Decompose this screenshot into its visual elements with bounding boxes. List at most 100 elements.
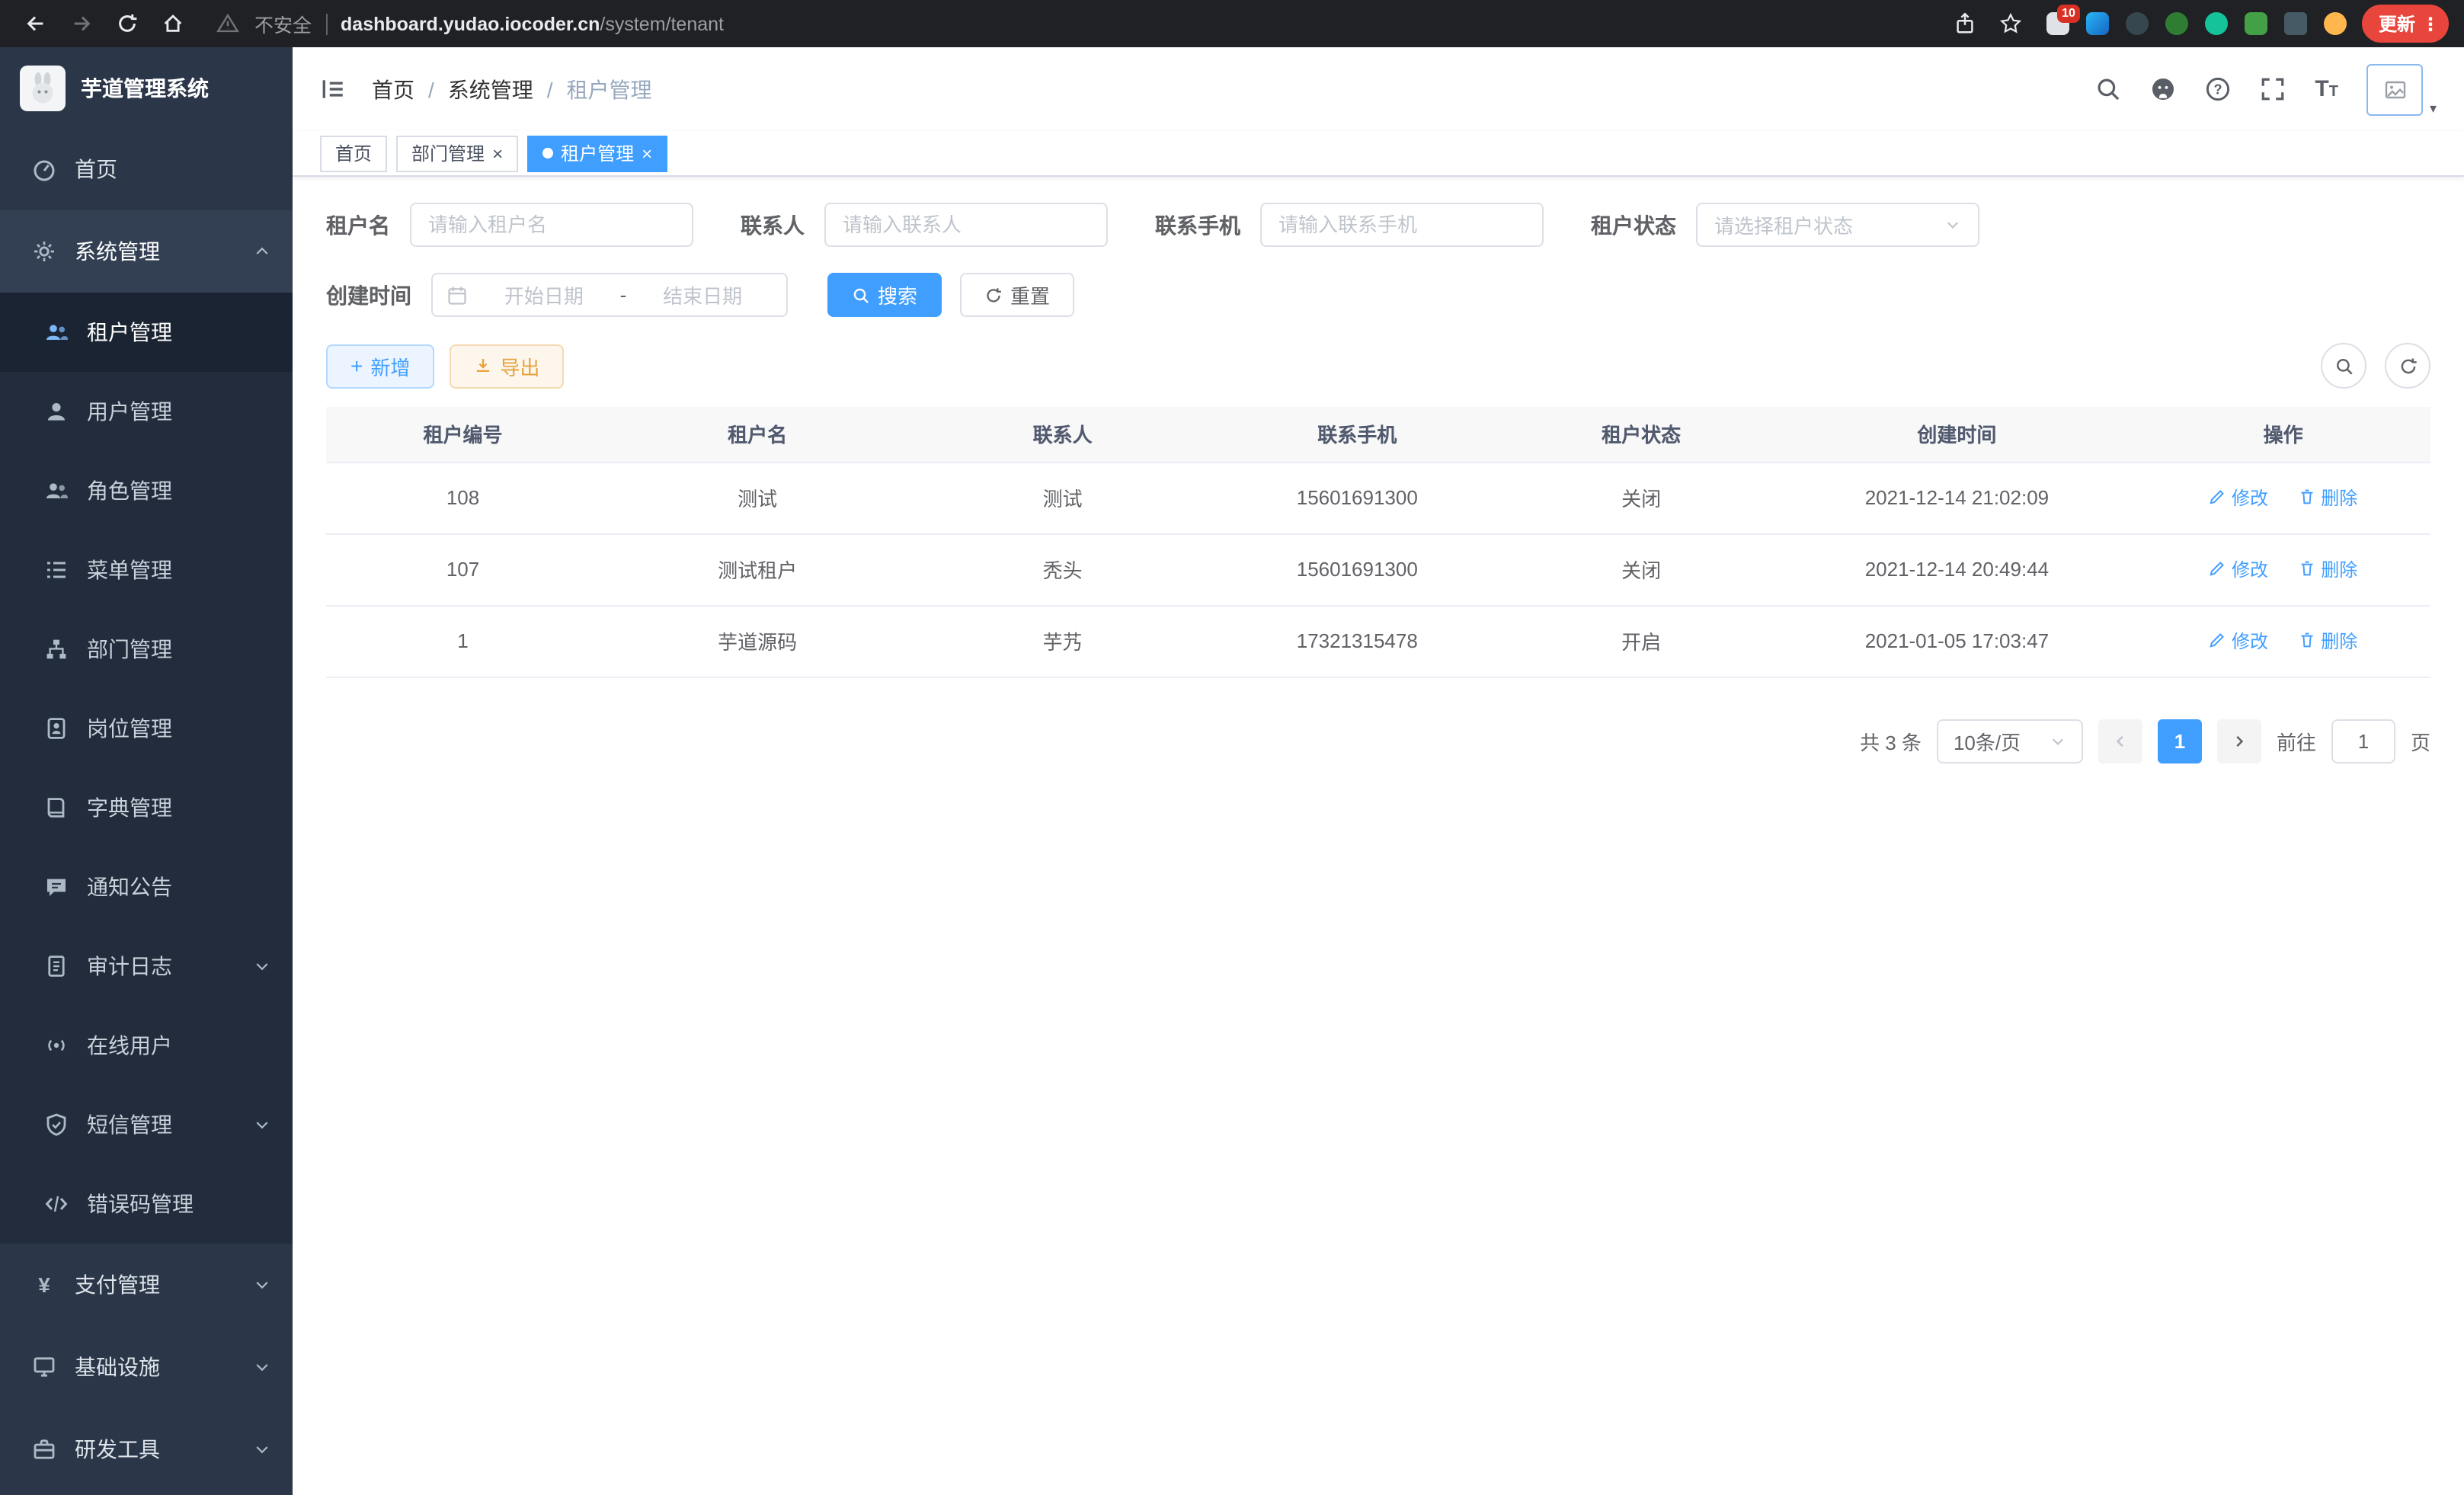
share-icon[interactable] bbox=[1946, 5, 1986, 42]
tenant-name-input[interactable] bbox=[410, 203, 693, 247]
goto-label: 前往 bbox=[2277, 726, 2316, 755]
forward-icon[interactable] bbox=[61, 5, 101, 42]
system-submenu: 租户管理 用户管理 角色管理 菜单管理 bbox=[0, 293, 293, 1244]
url-path: /system/tenant bbox=[600, 13, 724, 34]
dashboard-icon bbox=[30, 155, 58, 183]
goto-page-input[interactable] bbox=[2331, 719, 2395, 763]
cell-phone: 17321315478 bbox=[1210, 605, 1505, 677]
monitor-icon bbox=[30, 1353, 58, 1381]
page-size-select[interactable]: 10条/页 bbox=[1937, 719, 2083, 763]
font-size-icon[interactable]: TT bbox=[2315, 76, 2338, 102]
delete-link[interactable]: 删除 bbox=[2298, 556, 2357, 582]
table-row: 108 测试 测试 15601691300 关闭 2021-12-14 21:0… bbox=[326, 462, 2430, 533]
sidebar-item-online-users[interactable]: 在线用户 bbox=[0, 1006, 293, 1085]
sidebar-item-notice[interactable]: 通知公告 bbox=[0, 847, 293, 927]
fullscreen-icon[interactable] bbox=[2260, 76, 2286, 102]
extension-icon-6[interactable] bbox=[2245, 12, 2267, 35]
refresh-icon[interactable] bbox=[2385, 343, 2430, 389]
tab-dept[interactable]: 部门管理 × bbox=[396, 135, 518, 171]
sidebar-item-menu[interactable]: 菜单管理 bbox=[0, 530, 293, 610]
chevron-down-icon bbox=[253, 957, 271, 975]
reload-icon[interactable] bbox=[107, 5, 146, 42]
toggle-search-icon[interactable] bbox=[2321, 343, 2366, 389]
close-icon[interactable]: × bbox=[642, 144, 652, 162]
filter-label: 租户名 bbox=[326, 210, 390, 240]
back-icon[interactable] bbox=[15, 5, 55, 42]
extension-icon-1[interactable]: 10 bbox=[2046, 12, 2069, 35]
github-icon[interactable] bbox=[2150, 76, 2176, 102]
contact-input[interactable] bbox=[824, 203, 1108, 247]
edit-link[interactable]: 修改 bbox=[2209, 556, 2268, 582]
sidebar-item-label: 研发工具 bbox=[75, 1434, 160, 1465]
sidebar-item-infra[interactable]: 基础设施 bbox=[0, 1326, 293, 1408]
column-header: 操作 bbox=[2136, 407, 2430, 462]
sidebar-item-tenant[interactable]: 租户管理 bbox=[0, 293, 293, 372]
sidebar-item-sms[interactable]: 短信管理 bbox=[0, 1085, 293, 1164]
search-button[interactable]: 搜索 bbox=[827, 273, 942, 317]
extension-puzzle-icon[interactable] bbox=[2284, 12, 2307, 35]
help-icon[interactable]: ? bbox=[2205, 76, 2231, 102]
sidebar-item-label: 首页 bbox=[75, 154, 117, 184]
breadcrumb-home[interactable]: 首页 bbox=[372, 74, 414, 104]
delete-label: 删除 bbox=[2321, 485, 2357, 511]
export-button-label: 导出 bbox=[500, 351, 539, 380]
sidebar-item-label: 系统管理 bbox=[75, 236, 160, 267]
browser-update-button[interactable]: 更新 ⋮ bbox=[2362, 5, 2449, 43]
breadcrumb-section[interactable]: 系统管理 bbox=[448, 74, 533, 104]
next-page-button[interactable] bbox=[2217, 719, 2261, 763]
cell-id: 107 bbox=[326, 533, 600, 605]
cell-create-time: 2021-01-05 17:03:47 bbox=[1778, 605, 2136, 677]
sidebar-item-payment[interactable]: ¥ 支付管理 bbox=[0, 1244, 293, 1326]
bookmark-star-icon[interactable] bbox=[1992, 5, 2031, 42]
edit-link[interactable]: 修改 bbox=[2209, 628, 2268, 654]
search-icon[interactable] bbox=[2095, 76, 2121, 102]
reset-button[interactable]: 重置 bbox=[960, 273, 1074, 317]
export-button[interactable]: 导出 bbox=[450, 344, 564, 388]
sidebar-item-error-code[interactable]: 错误码管理 bbox=[0, 1164, 293, 1244]
table-toolbar: + 新增 导出 bbox=[326, 343, 2430, 389]
menu-fold-icon[interactable] bbox=[320, 76, 346, 102]
phone-input[interactable] bbox=[1260, 203, 1544, 247]
user-menu[interactable]: ▾ bbox=[2367, 63, 2437, 115]
home-icon[interactable] bbox=[152, 5, 192, 42]
sidebar-item-system[interactable]: 系统管理 bbox=[0, 210, 293, 293]
sidebar-item-role[interactable]: 角色管理 bbox=[0, 451, 293, 530]
insecure-label: 不安全 bbox=[254, 9, 312, 38]
add-button[interactable]: + 新增 bbox=[326, 344, 434, 388]
delete-link[interactable]: 删除 bbox=[2298, 628, 2357, 654]
sidebar-item-post[interactable]: 岗位管理 bbox=[0, 689, 293, 768]
sidebar-item-user[interactable]: 用户管理 bbox=[0, 372, 293, 451]
sidebar-item-dict[interactable]: 字典管理 bbox=[0, 768, 293, 847]
extension-icon-5[interactable] bbox=[2205, 12, 2228, 35]
edit-link[interactable]: 修改 bbox=[2209, 485, 2268, 511]
sidebar-item-dept[interactable]: 部门管理 bbox=[0, 610, 293, 689]
date-range-picker[interactable]: 开始日期 - 结束日期 bbox=[431, 273, 788, 317]
tab-home[interactable]: 首页 bbox=[320, 135, 387, 171]
browser-menu-icon[interactable]: ⋮ bbox=[2421, 14, 2440, 33]
tab-tenant[interactable]: 租户管理 × bbox=[527, 135, 667, 171]
sidebar-item-home[interactable]: 首页 bbox=[0, 128, 293, 210]
delete-link[interactable]: 删除 bbox=[2298, 485, 2357, 511]
badge-icon bbox=[43, 715, 70, 742]
sidebar-item-label: 短信管理 bbox=[87, 1109, 172, 1140]
extension-icon-3[interactable] bbox=[2126, 12, 2149, 35]
page-number-1[interactable]: 1 bbox=[2158, 719, 2202, 763]
prev-page-button[interactable] bbox=[2098, 719, 2142, 763]
code-icon bbox=[43, 1190, 70, 1218]
profile-avatar-icon[interactable] bbox=[2324, 12, 2347, 35]
logo-row[interactable]: 芋道管理系统 bbox=[0, 47, 293, 128]
extension-icon-2[interactable] bbox=[2086, 12, 2109, 35]
sidebar-item-dev-tools[interactable]: 研发工具 bbox=[0, 1408, 293, 1490]
sidebar-item-label: 角色管理 bbox=[87, 475, 172, 506]
address-bar[interactable]: 不安全 dashboard.yudao.iocoder.cn/system/te… bbox=[213, 5, 1925, 42]
extension-icon-4[interactable] bbox=[2165, 12, 2188, 35]
message-bubble-icon bbox=[43, 873, 70, 901]
sidebar-item-audit-log[interactable]: 审计日志 bbox=[0, 927, 293, 1006]
close-icon[interactable]: × bbox=[492, 144, 503, 162]
header-actions: ? TT ▾ bbox=[2095, 63, 2437, 115]
status-select[interactable]: 请选择租户状态 bbox=[1696, 203, 1979, 247]
table-row: 1 芋道源码 芋艿 17321315478 开启 2021-01-05 17:0… bbox=[326, 605, 2430, 677]
cell-name: 测试租户 bbox=[600, 533, 915, 605]
sidebar: 芋道管理系统 首页 系统管理 租户管理 bbox=[0, 47, 293, 1495]
date-end-placeholder: 结束日期 bbox=[632, 280, 773, 309]
